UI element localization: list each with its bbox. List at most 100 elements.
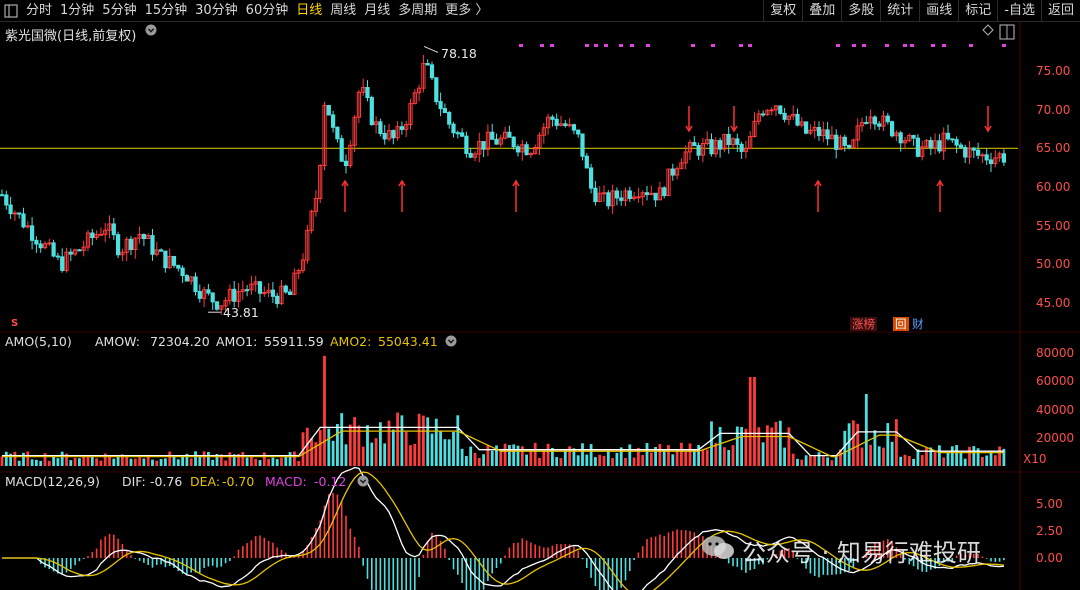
amo-bar [323, 355, 326, 466]
amo-unit-label: X10 [1023, 452, 1047, 466]
statistics-button[interactable]: 统计 [880, 0, 919, 22]
period-tab-weekly[interactable]: 周线 [326, 0, 360, 22]
panel-toggle-icon[interactable] [0, 0, 22, 22]
price-candle [343, 160, 349, 167]
price-candle [980, 154, 985, 157]
event-marker [519, 44, 523, 47]
amo-bar [73, 457, 77, 466]
zhangbang-badge[interactable]: 涨榜 [850, 317, 877, 331]
event-marker [1002, 44, 1006, 47]
macd-value: -0.12 [314, 474, 347, 489]
diamond-icon[interactable] [982, 24, 994, 39]
adjust-button[interactable]: 复权 [763, 0, 802, 22]
period-tab-more[interactable]: 更多 〉 [441, 0, 492, 22]
remove-watchlist-button[interactable]: -自选 [997, 0, 1041, 22]
dif-label: DIF: [122, 474, 146, 489]
period-tab-daily[interactable]: 日线 [292, 0, 326, 22]
price-candle [606, 192, 611, 207]
amo-bar [30, 459, 34, 466]
amo-bar [353, 417, 356, 466]
overlay-button[interactable]: 叠加 [802, 0, 841, 22]
amo-bar [52, 456, 55, 466]
event-marker [931, 44, 935, 47]
cai-badge[interactable]: 财 [910, 317, 926, 331]
amo-bar [701, 449, 705, 466]
event-marker [585, 44, 589, 47]
amow-value: 72304.20 [150, 334, 210, 349]
amo-bar [925, 447, 928, 466]
price-candle [150, 235, 155, 255]
amo-bar [821, 456, 825, 466]
amo-bar [624, 457, 627, 466]
period-tab-30min[interactable]: 30分钟 [191, 0, 242, 22]
amo-bar [361, 446, 365, 466]
event-marker [594, 44, 598, 47]
amo-bar [344, 444, 348, 466]
amo-bar [409, 445, 412, 466]
chart-canvas[interactable] [0, 22, 1080, 590]
period-tab-15min[interactable]: 15分钟 [141, 0, 192, 22]
price-candle [877, 123, 882, 127]
amo-bar [744, 428, 748, 466]
period-tab-1min[interactable]: 1分钟 [56, 0, 98, 22]
period-tab-multi[interactable]: 多周期 [394, 0, 441, 22]
amo-bar [262, 452, 266, 466]
amo-bar [310, 438, 313, 466]
amo-bar [305, 427, 309, 466]
event-marker [619, 44, 623, 47]
amo-bar [0, 456, 4, 466]
amo-bar [606, 450, 610, 466]
amo-bar [920, 455, 924, 466]
price-candle [761, 113, 766, 116]
price-candle [950, 138, 955, 141]
event-marker [691, 44, 695, 47]
price-candle [47, 242, 52, 245]
amo-bar [555, 457, 559, 466]
price-candle [176, 264, 181, 269]
period-tab-fenshi[interactable]: 分时 [22, 0, 56, 22]
hui-badge[interactable]: 回 [893, 317, 909, 331]
amo-bar [581, 443, 584, 466]
price-candle [898, 132, 903, 144]
amo-bar [688, 443, 692, 466]
event-marker [550, 44, 554, 47]
amo-bar [211, 459, 215, 466]
macd-dropdown-icon[interactable] [357, 475, 369, 490]
amo-bar [538, 457, 541, 466]
amo-bar [628, 444, 632, 466]
amo-bar [267, 458, 270, 466]
price-candle [709, 139, 714, 155]
amo-bar [710, 421, 713, 466]
amo-bar [486, 444, 490, 466]
price-candle [55, 255, 60, 258]
amo-bar [250, 455, 253, 466]
price-candle [51, 242, 56, 257]
amo-bar [877, 446, 881, 466]
amo-bar [155, 460, 159, 466]
amo-bar [791, 453, 795, 466]
amo-bar [473, 452, 477, 466]
multi-stock-button[interactable]: 多股 [841, 0, 880, 22]
title-dropdown-icon[interactable] [145, 24, 157, 39]
amo-bar [989, 451, 993, 466]
draw-line-button[interactable]: 画线 [919, 0, 958, 22]
price-candle [442, 108, 447, 113]
event-marker [852, 44, 856, 47]
price-candle [382, 132, 387, 140]
event-marker [942, 44, 946, 47]
amo-dropdown-icon[interactable] [445, 335, 457, 350]
event-marker [540, 44, 544, 47]
amo-bar [632, 457, 636, 466]
period-tab-60min[interactable]: 60分钟 [242, 0, 293, 22]
amo-bar [559, 458, 563, 466]
amo-bar [198, 456, 202, 466]
period-tab-5min[interactable]: 5分钟 [98, 0, 140, 22]
price-candle [0, 194, 5, 197]
back-button[interactable]: 返回 [1040, 0, 1080, 22]
price-candle [825, 129, 830, 140]
mark-button[interactable]: 标记 [958, 0, 997, 22]
layout-toggle-icon[interactable] [999, 24, 1015, 43]
price-candle [571, 124, 576, 131]
price-candle [735, 138, 740, 145]
period-tab-monthly[interactable]: 月线 [360, 0, 394, 22]
